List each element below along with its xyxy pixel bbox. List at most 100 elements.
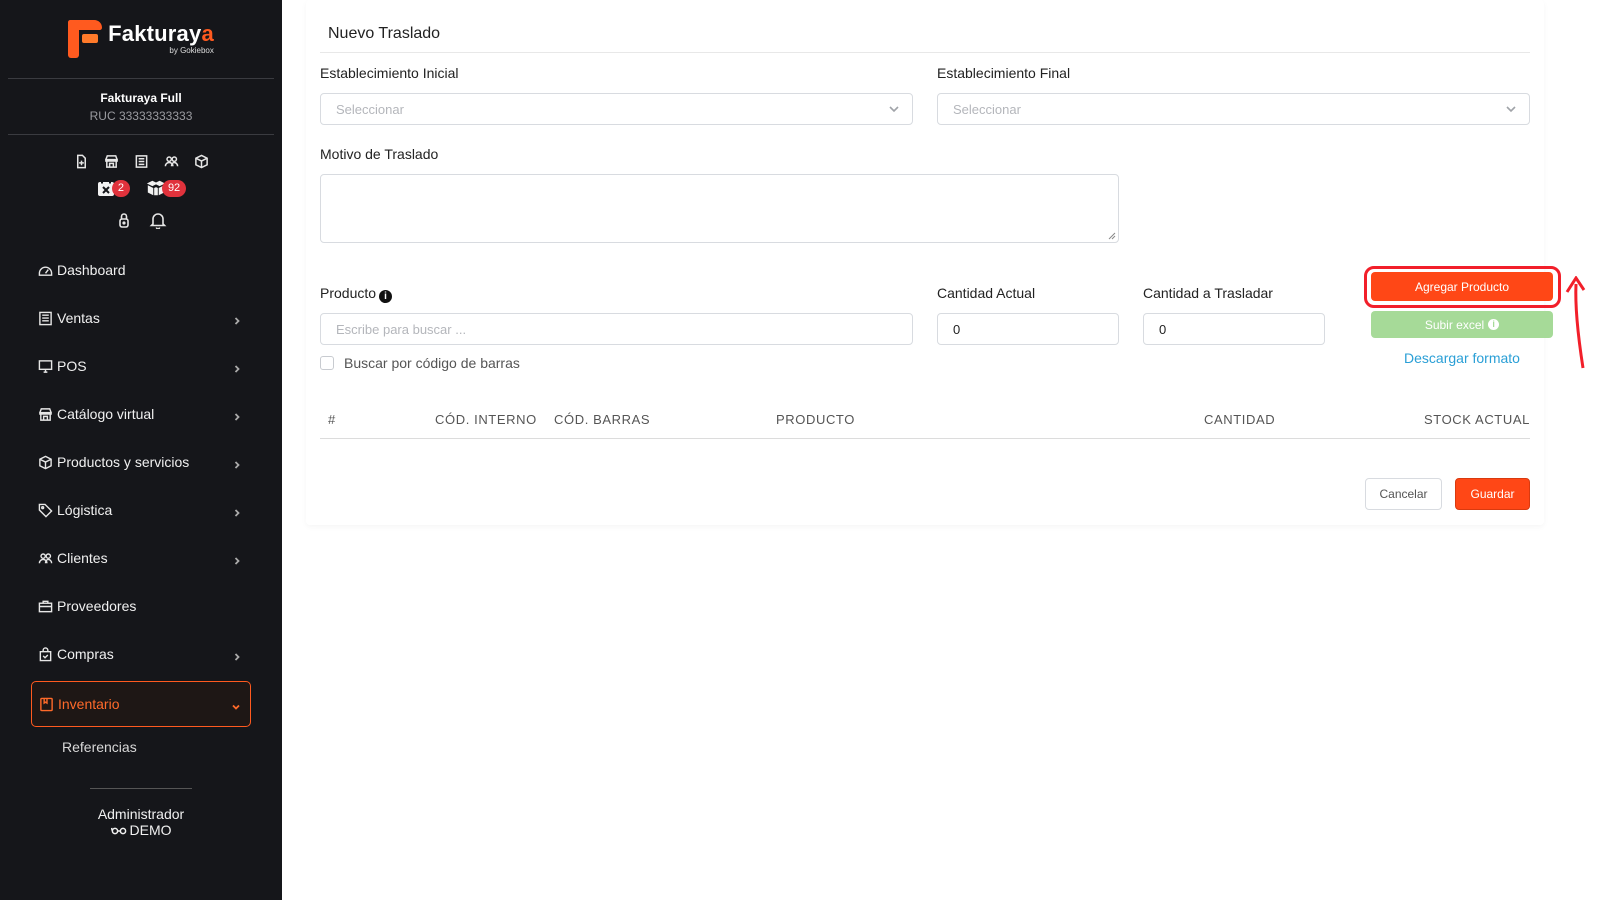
sidebar-item-compras[interactable]: Compras [0,630,282,678]
notification-badges: 2 92 [0,178,282,198]
brand-byline: by Gokiebox [169,46,214,55]
monitor-icon [38,358,54,374]
bag-icon [38,646,54,662]
packages-alert[interactable]: 92 [146,178,187,198]
barcode-search-option[interactable]: Buscar por código de barras [320,355,520,371]
current-qty-input[interactable]: 0 [937,313,1119,345]
chevron-down-icon [1506,106,1516,113]
upload-excel-label: Subir excel [1424,317,1485,332]
calendar-count-badge: 2 [111,179,130,197]
annotation-arrow-icon [1565,276,1586,369]
column-internal-code: CÓD. INTERNO [435,412,537,427]
sidebar-item-label: Ventas [57,310,100,326]
resize-grip-icon[interactable] [1108,232,1116,240]
sidebar-item-label: Proveedores [57,598,137,614]
sidebar-item-clientes[interactable]: Clientes [0,534,282,582]
user-account[interactable]: DEMO [0,822,282,838]
store-icon [38,406,54,422]
sidebar-subitem-referencias[interactable]: Referencias [0,727,282,767]
sidebar-item-productos-servicios[interactable]: Productos y servicios [0,438,282,486]
brand-name: Fakturaya [108,21,214,46]
chevron-right-icon [232,361,242,373]
transfer-qty-input[interactable]: 0 [1143,313,1325,345]
brand-logo[interactable]: Fakturaya by Gokiebox [0,0,282,78]
quick-access-bar [0,135,282,170]
add-product-button[interactable]: Agregar Producto [1371,272,1553,301]
sidebar-item-ventas[interactable]: Ventas [0,294,282,342]
destination-label: Establecimiento Final [937,65,1071,81]
sidebar-item-proveedores[interactable]: Proveedores [0,582,282,630]
origin-select-value: Seleccionar [336,101,404,117]
sidebar-item-label: Compras [57,646,114,662]
user-actions [0,211,282,229]
product-search-input[interactable]: Escribe para buscar ... [320,313,913,345]
sidebar-item-catalogo-virtual[interactable]: Catálogo virtual [0,390,282,438]
lock-icon[interactable] [115,211,133,229]
column-current-stock: STOCK ACTUAL [1424,412,1530,427]
destination-select-value: Seleccionar [953,101,1021,117]
transfer-qty-label: Cantidad a Trasladar [1143,285,1273,301]
sidebar-item-label: Inventario [58,696,120,712]
product-label: Producto i [320,285,393,303]
briefcase-icon [38,598,54,614]
user-role: Administrador [97,806,185,822]
cancel-button[interactable]: Cancelar [1365,478,1442,510]
column-index: # [328,412,336,427]
chevron-right-icon [232,505,242,517]
sidebar: Fakturaya by Gokiebox Fakturaya Full RUC… [0,0,282,900]
sidebar-item-label: Lógistica [57,502,113,518]
sidebar-item-label: Catálogo virtual [57,406,155,422]
chevron-right-icon [232,457,242,469]
sidebar-item-dashboard[interactable]: Dashboard [0,246,282,294]
download-format-link[interactable]: Descargar formato [1371,350,1553,366]
sidebar-footer: Administrador DEMO [0,788,282,838]
store-icon[interactable] [103,153,120,170]
reason-textarea[interactable] [320,174,1119,243]
sidebar-nav: Dashboard Ventas POS Catálogo virtual Pr… [0,246,282,767]
packages-count-badge: 92 [161,179,187,197]
column-barcode: CÓD. BARRAS [554,412,651,427]
brand-mark-icon [68,20,103,58]
current-qty-label: Cantidad Actual [937,285,1036,301]
sidebar-item-logistica[interactable]: Lógistica [0,486,282,534]
file-plus-icon[interactable] [73,153,90,170]
footer-divider [90,788,192,789]
products-table-header: # CÓD. INTERNO CÓD. BARRAS PRODUCTO CANT… [320,402,1530,439]
column-product: PRODUCTO [776,412,855,427]
company-name: Fakturaya Full [100,91,182,105]
users-icon [38,550,54,566]
users-icon[interactable] [163,153,180,170]
info-icon[interactable]: i [379,290,393,303]
info-icon: i [1488,319,1500,330]
company-info: Fakturaya Full RUC 33333333333 [0,79,282,134]
column-quantity: CANTIDAD [1204,412,1276,427]
upload-excel-button[interactable]: Subir excel i [1371,311,1553,338]
box-icon[interactable] [193,153,210,170]
origin-label: Establecimiento Inicial [320,65,459,81]
barcode-search-label: Buscar por código de barras [344,355,520,371]
speedometer-icon [38,262,54,278]
bell-icon[interactable] [149,211,167,229]
transfer-form-card: Nuevo Traslado Establecimiento Inicial S… [306,0,1586,525]
page-title: Nuevo Traslado [328,25,441,42]
sidebar-item-label: Productos y servicios [57,454,190,470]
sidebar-item-label: POS [57,358,87,374]
sidebar-item-pos[interactable]: POS [0,342,282,390]
barcode-search-checkbox[interactable] [320,356,334,370]
box-icon [38,454,54,470]
company-ruc: RUC 33333333333 [89,109,193,123]
chevron-down-icon [231,699,241,710]
calendar-alert[interactable]: 2 [96,178,130,198]
chevron-down-icon [889,106,899,113]
sidebar-item-inventario[interactable]: Inventario [31,681,251,727]
origin-select[interactable]: Seleccionar [320,93,913,125]
reason-label: Motivo de Traslado [320,146,439,162]
user-name: DEMO [129,822,172,838]
title-divider [320,52,1530,53]
save-button[interactable]: Guardar [1455,478,1530,510]
destination-select[interactable]: Seleccionar [937,93,1530,125]
receipt-icon[interactable] [133,153,150,170]
main-content: Nuevo Traslado Establecimiento Inicial S… [282,0,1600,900]
receipt-icon [38,310,54,326]
chevron-right-icon [232,553,242,565]
